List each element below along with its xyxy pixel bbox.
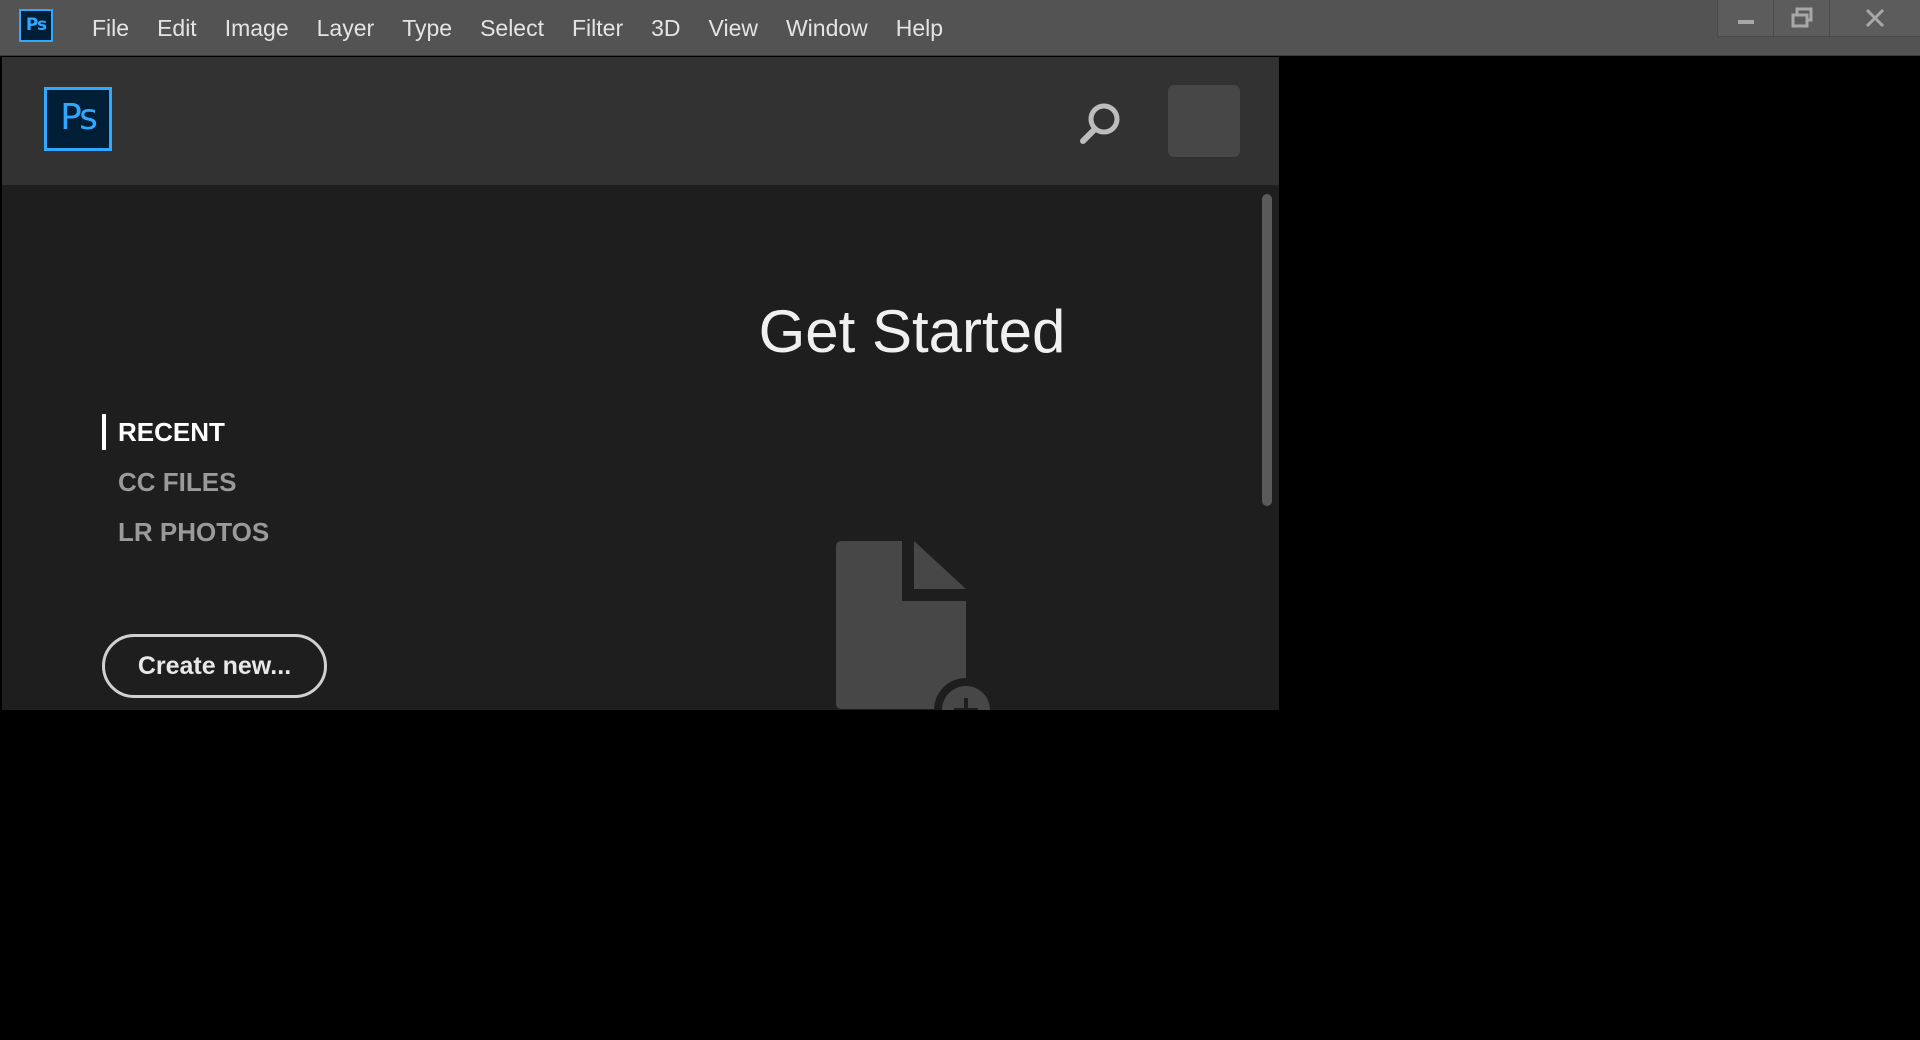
- search-button[interactable]: [1072, 95, 1128, 151]
- main-menu: File Edit Image Layer Type Select Filter…: [78, 0, 957, 56]
- minimize-icon: [1737, 20, 1754, 24]
- menu-file[interactable]: File: [78, 1, 143, 55]
- panel-scrollbar-thumb[interactable]: [1262, 194, 1272, 506]
- menu-edit[interactable]: Edit: [143, 1, 211, 55]
- start-workspace: Ps Get Started RECENT CC FILES LR PHOTOS…: [2, 57, 1279, 710]
- nav-item-lr-photos[interactable]: LR PHOTOS: [102, 510, 269, 560]
- start-side-nav: RECENT CC FILES LR PHOTOS: [102, 410, 269, 560]
- menu-3d[interactable]: 3D: [637, 1, 694, 55]
- menu-bar: Ps File Edit Image Layer Type Select Fil…: [0, 0, 1920, 56]
- menu-select[interactable]: Select: [466, 1, 558, 55]
- menu-filter[interactable]: Filter: [558, 1, 637, 55]
- menu-layer[interactable]: Layer: [303, 1, 389, 55]
- restore-button[interactable]: [1773, 0, 1829, 37]
- photoshop-logo: Ps: [44, 87, 112, 151]
- search-icon: [1080, 103, 1120, 144]
- menu-type[interactable]: Type: [388, 1, 466, 55]
- page-title: Get Started: [758, 298, 1066, 365]
- photoshop-app-icon[interactable]: Ps: [19, 9, 53, 42]
- user-avatar[interactable]: [1168, 85, 1240, 157]
- window-controls: [1717, 0, 1920, 37]
- menu-window[interactable]: Window: [772, 1, 882, 55]
- menu-view[interactable]: View: [695, 1, 772, 55]
- menu-image[interactable]: Image: [211, 1, 303, 55]
- menu-help[interactable]: Help: [882, 1, 957, 55]
- nav-item-cc-files[interactable]: CC FILES: [102, 460, 269, 510]
- create-new-button[interactable]: Create new...: [102, 634, 327, 698]
- start-header: Ps: [2, 57, 1279, 185]
- minimize-button[interactable]: [1717, 0, 1773, 37]
- new-document-icon[interactable]: [836, 541, 996, 710]
- close-button[interactable]: [1829, 0, 1920, 37]
- nav-item-recent[interactable]: RECENT: [102, 410, 269, 460]
- close-icon: [1865, 8, 1885, 28]
- restore-icon: [1791, 7, 1812, 28]
